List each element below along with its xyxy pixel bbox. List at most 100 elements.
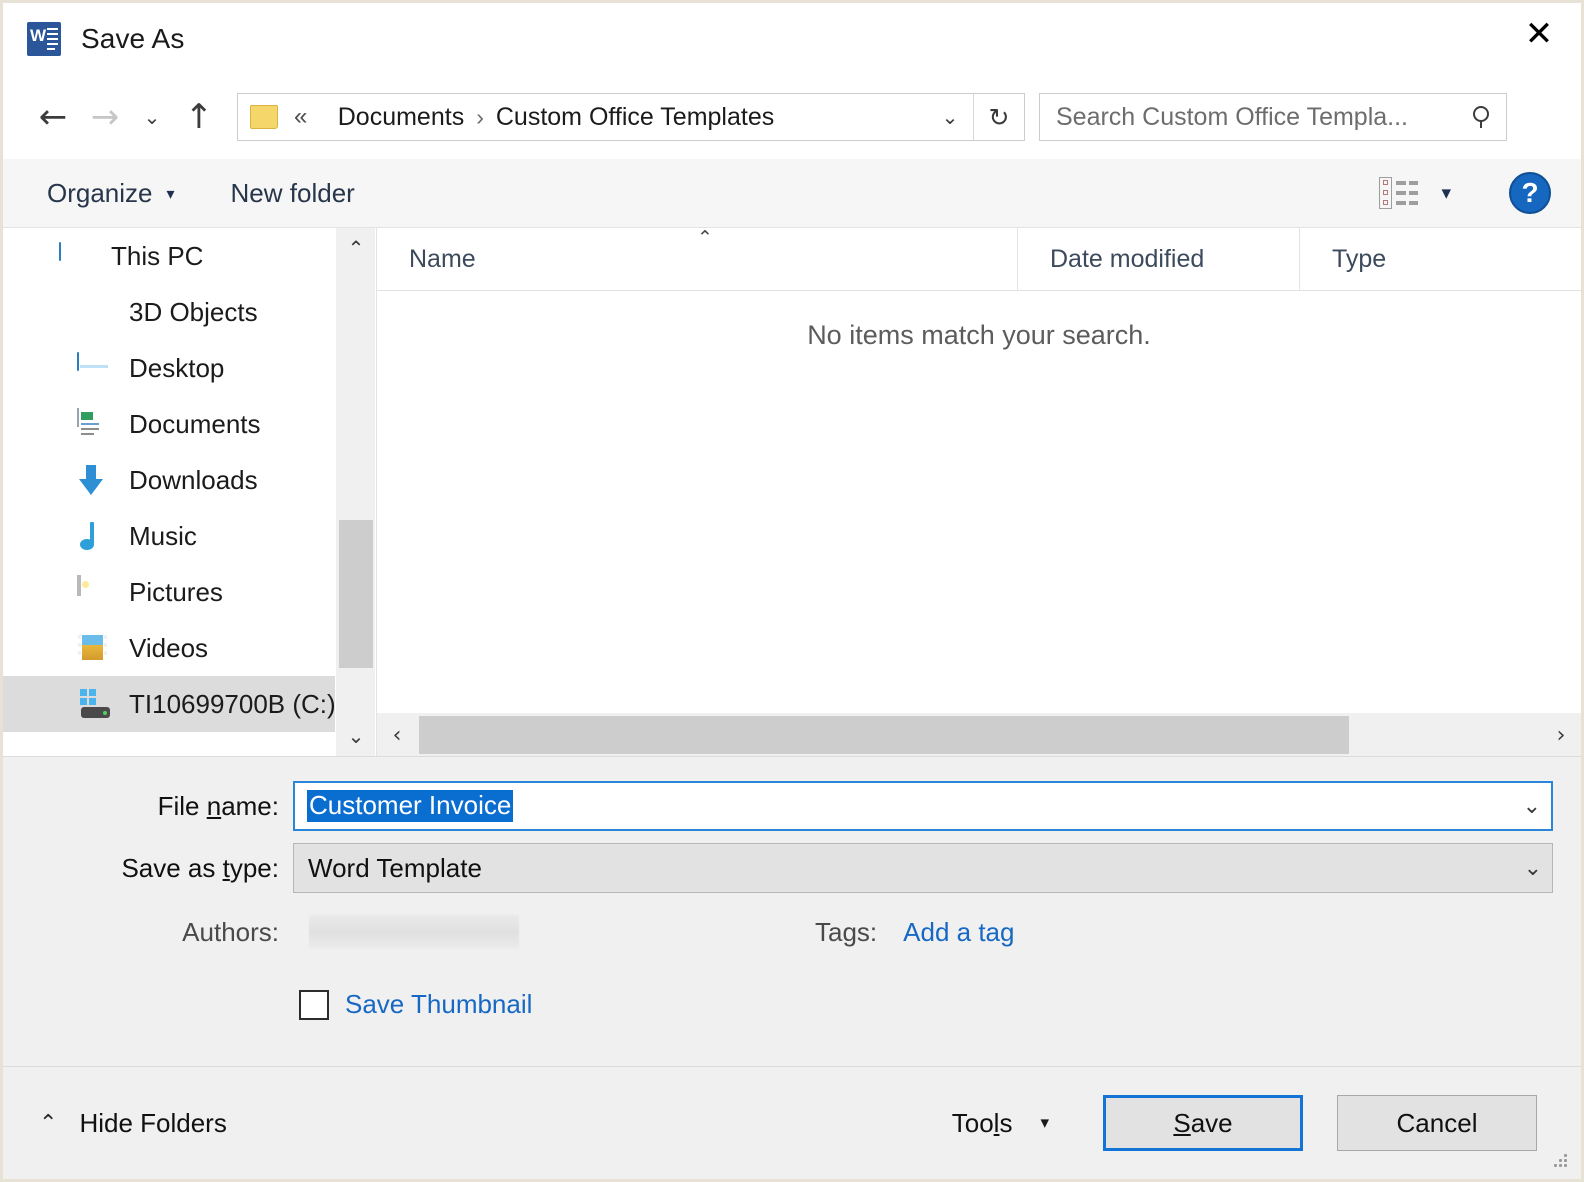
sidebar-item-label: Music [129,520,197,551]
title-bar: Save As ✕ [3,3,1581,75]
save-as-type-label-text: Save as [121,852,223,883]
chevron-up-icon: ⌃ [347,236,365,260]
organize-label: Organize [47,177,153,208]
sidebar-item-label: This PC [111,240,204,271]
file-name-label-accelerator: n [206,790,222,821]
file-list-horizontal-scrollbar[interactable]: ‹ › [377,712,1581,756]
refresh-icon: ↻ [988,102,1010,132]
save-as-type-select[interactable]: Word Template ⌄ [293,843,1553,893]
folder-icon [250,105,278,129]
column-header-name[interactable]: ⌃ Name [377,227,1017,290]
desktop-icon [77,352,111,383]
sidebar-item-desktop[interactable]: Desktop [3,340,335,396]
save-as-type-value: Word Template [308,852,482,883]
chevron-down-icon[interactable]: ⌄ [1523,794,1541,819]
cancel-button-label: Cancel [1396,1107,1478,1138]
sidebar-item-label: Documents [129,408,261,439]
add-a-tag-link[interactable]: Add a tag [903,917,1014,948]
sidebar-item-pictures[interactable]: Pictures [3,564,335,620]
command-bar-right: ▾ ? [1379,172,1551,214]
scroll-up-button[interactable]: ⌃ [336,228,376,268]
navigation-bar: ← → ⌄ ↑ « Documents › Custom Office Temp… [3,75,1581,159]
column-label: Name [409,244,476,273]
back-button[interactable]: ← [27,91,79,143]
new-folder-button[interactable]: New folder [221,159,365,227]
save-as-dialog: Save As ✕ ← → ⌄ ↑ « Documents › Custom O… [0,0,1584,1182]
downloads-icon [77,465,111,495]
browser-body: This PC 3D Objects Desktop Documents Dow… [3,227,1581,756]
up-button[interactable]: ↑ [173,91,225,143]
column-header-date-modified[interactable]: Date modified [1017,228,1299,290]
save-button-label: Save [1173,1108,1232,1139]
chevron-right-icon: › [1556,722,1566,748]
chevron-down-icon[interactable]: ⌄ [1524,856,1542,881]
this-pc-icon [59,242,93,269]
column-label: Date modified [1050,244,1205,273]
empty-list-message: No items match your search. [807,320,1151,350]
sidebar-item-label: Videos [129,632,209,663]
sidebar-item-documents[interactable]: Documents [3,396,335,452]
list-view-icon[interactable] [1379,176,1419,210]
tools-button[interactable]: Tools ▾ [948,1102,1053,1145]
search-box[interactable]: Search Custom Office Templa... [1039,93,1507,141]
videos-icon [77,633,111,663]
search-icon[interactable] [1460,104,1506,130]
file-name-row: File name: Customer Invoice ⌄ [3,781,1581,831]
sidebar-item-label: Desktop [129,352,225,383]
up-arrow-icon: ↑ [184,97,214,137]
close-button[interactable]: ✕ [1497,3,1581,65]
new-folder-label: New folder [230,177,355,208]
pictures-icon [77,575,111,607]
back-arrow-icon: ← [38,97,68,137]
recent-locations-button[interactable]: ⌄ [131,91,173,143]
search-input[interactable]: Search Custom Office Templa... [1056,103,1460,132]
sidebar-item-videos[interactable]: Videos [3,620,335,676]
sort-ascending-icon: ⌃ [697,227,713,249]
sidebar-item-label: Pictures [129,576,223,607]
authors-field[interactable] [309,915,519,949]
scroll-right-button[interactable]: › [1541,713,1581,757]
cancel-button[interactable]: Cancel [1337,1095,1537,1151]
help-icon: ? [1521,177,1539,208]
scrollbar-thumb[interactable] [419,716,1349,754]
scroll-left-button[interactable]: ‹ [377,713,417,757]
save-form: File name: Customer Invoice ⌄ Save as ty… [3,756,1581,1074]
save-as-type-label: Save as type: [3,853,293,884]
breadcrumb-item-documents[interactable]: Documents [338,103,464,132]
hide-folders-button[interactable]: ⌃ Hide Folders [39,1108,227,1139]
file-name-input[interactable]: Customer Invoice ⌄ [293,781,1553,831]
breadcrumb-item-custom-office-templates[interactable]: Custom Office Templates [496,103,774,132]
file-name-label-suffix: ame: [221,790,279,821]
save-label-suffix: ave [1190,1107,1233,1138]
organize-button[interactable]: Organize ▾ [37,159,185,227]
save-thumbnail-checkbox[interactable] [299,989,329,1020]
file-name-label-text: File [157,790,207,821]
address-dropdown-button[interactable]: ⌄ [927,94,973,140]
column-header-type[interactable]: Type [1299,228,1581,290]
sidebar-item-downloads[interactable]: Downloads [3,452,335,508]
sidebar-item-this-pc[interactable]: This PC [3,228,335,284]
word-icon [27,22,61,56]
breadcrumb-overflow[interactable]: « [294,103,307,131]
tree-scrollbar[interactable]: ⌃ ⌄ [335,228,375,756]
help-button[interactable]: ? [1509,172,1551,214]
sidebar-item-local-disk-c[interactable]: TI10699700B (C:) [3,676,335,732]
resize-grip[interactable] [1553,1153,1571,1171]
sidebar-item-3d-objects[interactable]: 3D Objects [3,284,335,340]
save-button[interactable]: Save [1103,1095,1303,1151]
scroll-down-button[interactable]: ⌄ [336,716,376,756]
chevron-right-icon: › [476,103,484,130]
save-as-type-row: Save as type: Word Template ⌄ [3,843,1581,893]
save-thumbnail-row[interactable]: Save Thumbnail [299,989,532,1020]
address-bar[interactable]: « Documents › Custom Office Templates ⌄ … [237,93,1025,141]
music-icon [77,521,111,551]
forward-button[interactable]: → [79,91,131,143]
save-as-type-label-suffix: ype: [229,852,279,883]
sidebar-item-label: Downloads [129,464,258,495]
file-name-label: File name: [3,791,293,822]
sidebar-item-music[interactable]: Music [3,508,335,564]
scrollbar-thumb[interactable] [339,520,373,668]
column-headers: ⌃ Name Date modified Type [377,227,1581,291]
view-options-caret-icon[interactable]: ▾ [1441,182,1451,204]
refresh-button[interactable]: ↻ [973,94,1024,140]
